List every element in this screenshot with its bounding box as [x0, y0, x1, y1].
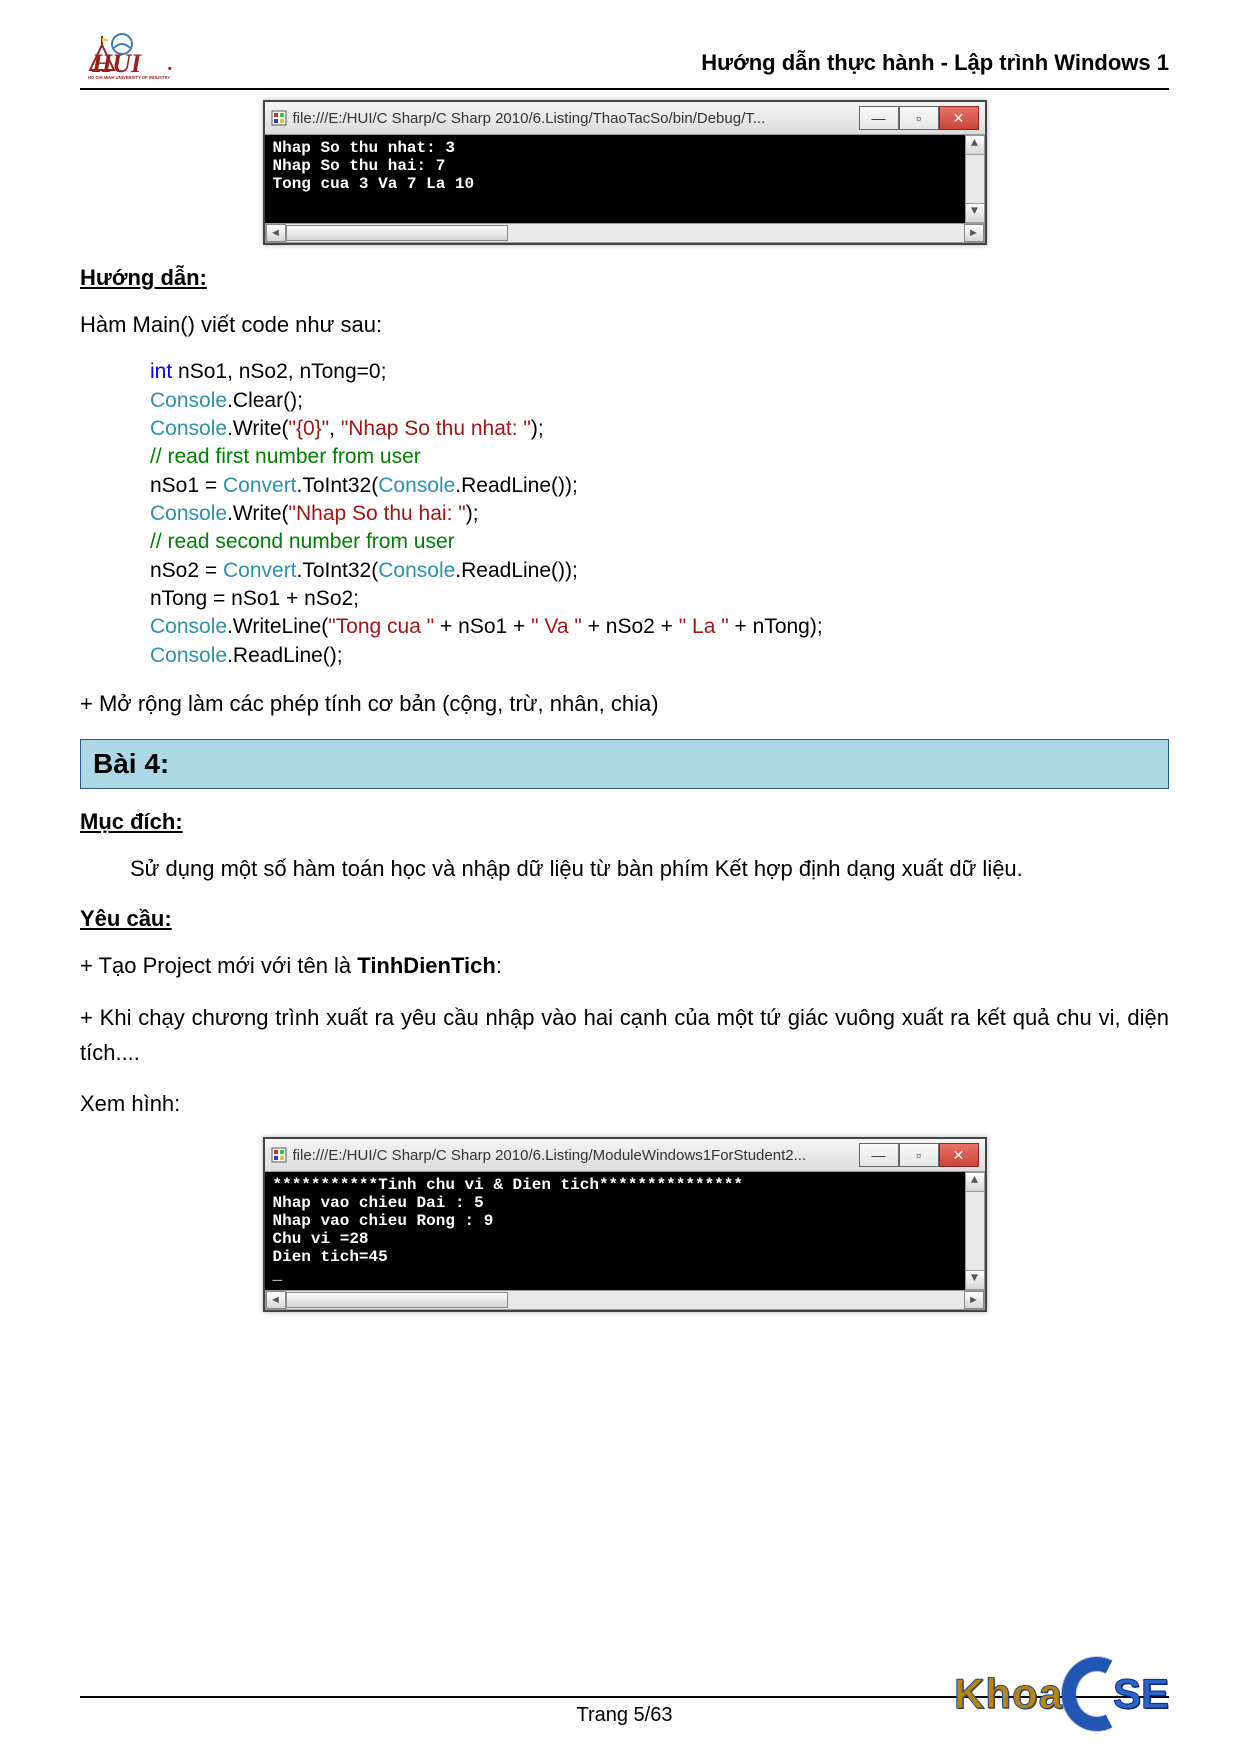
- vertical-scrollbar[interactable]: ▲▼: [965, 1172, 985, 1290]
- bai4-section-header: Bài 4:: [80, 739, 1169, 789]
- scroll-right-icon[interactable]: ►: [964, 1291, 984, 1309]
- yeu-cau-heading: Yêu cầu:: [80, 906, 1169, 932]
- console2-output: ***********Tinh chu vi & Dien tich******…: [265, 1172, 985, 1290]
- minimize-button[interactable]: —: [859, 106, 899, 130]
- muc-dich-heading: Mục đích:: [80, 809, 1169, 835]
- scrollbar-thumb[interactable]: [286, 225, 508, 241]
- svg-text:HO CHI MINH UNIVERSITY OF INDU: HO CHI MINH UNIVERSITY OF INDUSTRY: [88, 75, 170, 80]
- code-sample: int nSo1, nSo2, nTong=0; Console.Clear()…: [150, 358, 1169, 670]
- scroll-left-icon[interactable]: ◄: [266, 1291, 286, 1309]
- horizontal-scrollbar[interactable]: ◄ ►: [265, 223, 985, 243]
- requirement-1: + Tạo Project mới với tên là TinhDienTic…: [80, 948, 1169, 983]
- scroll-left-icon[interactable]: ◄: [266, 224, 286, 242]
- header-divider: [80, 88, 1169, 90]
- console1-title: file:///E:/HUI/C Sharp/C Sharp 2010/6.Li…: [293, 110, 859, 127]
- console-window-2: file:///E:/HUI/C Sharp/C Sharp 2010/6.Li…: [263, 1137, 987, 1312]
- horizontal-scrollbar[interactable]: ◄ ►: [265, 1290, 985, 1310]
- console1-titlebar: file:///E:/HUI/C Sharp/C Sharp 2010/6.Li…: [265, 102, 985, 135]
- scroll-down-icon[interactable]: ▼: [966, 1270, 984, 1289]
- bai4-title: Bài 4:: [93, 748, 1156, 780]
- close-button[interactable]: ✕: [939, 1143, 979, 1167]
- maximize-button[interactable]: ▫: [899, 106, 939, 130]
- requirement-2: + Khi chạy chương trình xuất ra yêu cầu …: [80, 1000, 1169, 1070]
- scroll-up-icon[interactable]: ▲: [966, 1173, 984, 1192]
- page-number: Trang 5/63: [577, 1704, 673, 1727]
- console1-output: Nhap So thu nhat: 3 Nhap So thu hai: 7 T…: [265, 135, 985, 223]
- xem-hinh: Xem hình:: [80, 1086, 1169, 1121]
- vertical-scrollbar[interactable]: ▲▼: [965, 135, 985, 223]
- close-button[interactable]: ✕: [939, 106, 979, 130]
- header-title: Hướng dẫn thực hành - Lập trình Windows …: [701, 50, 1169, 80]
- guide-intro: Hàm Main() viết code như sau:: [80, 307, 1169, 342]
- svg-text:.: .: [168, 53, 173, 75]
- scroll-right-icon[interactable]: ►: [964, 224, 984, 242]
- hui-logo: HUI . HO CHI MINH UNIVERSITY OF INDUSTRY: [80, 30, 190, 80]
- svg-text:HUI: HUI: [91, 49, 142, 78]
- expand-note: + Mở rộng làm các phép tính cơ bản (cộng…: [80, 686, 1169, 721]
- console2-title: file:///E:/HUI/C Sharp/C Sharp 2010/6.Li…: [293, 1147, 859, 1164]
- cse-c-icon: [1061, 1655, 1121, 1733]
- maximize-button[interactable]: ▫: [899, 1143, 939, 1167]
- khoa-cse-logo: Khoa SE: [954, 1655, 1169, 1733]
- console-window-1: file:///E:/HUI/C Sharp/C Sharp 2010/6.Li…: [263, 100, 987, 245]
- scroll-down-icon[interactable]: ▼: [966, 203, 984, 222]
- muc-dich-text: Sử dụng một số hàm toán học và nhập dữ l…: [80, 851, 1169, 886]
- console-app-icon: [271, 110, 287, 126]
- scroll-up-icon[interactable]: ▲: [966, 136, 984, 155]
- guide-heading: Hướng dẫn:: [80, 265, 1169, 291]
- minimize-button[interactable]: —: [859, 1143, 899, 1167]
- console-app-icon: [271, 1147, 287, 1163]
- console2-titlebar: file:///E:/HUI/C Sharp/C Sharp 2010/6.Li…: [265, 1139, 985, 1172]
- scrollbar-thumb[interactable]: [286, 1292, 508, 1308]
